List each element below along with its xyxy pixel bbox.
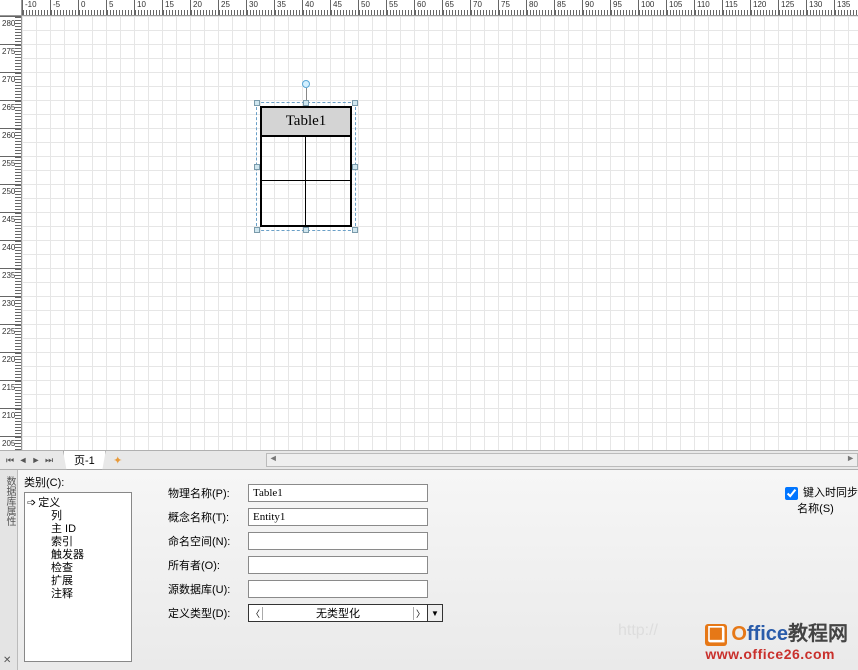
resize-handle[interactable] bbox=[303, 100, 309, 106]
rotation-handle[interactable] bbox=[302, 80, 310, 88]
arrow-icon: ➩ bbox=[27, 497, 36, 510]
category-label: 类别(C): bbox=[24, 474, 132, 490]
category-tree[interactable]: ➩定义 列主 ID索引触发器检查扩展注释 bbox=[24, 492, 132, 662]
ruler-corner bbox=[0, 0, 22, 16]
resize-handle[interactable] bbox=[352, 227, 358, 233]
tree-item[interactable]: 主 ID bbox=[27, 523, 129, 536]
def-type-value: 无类型化 bbox=[263, 605, 413, 621]
horizontal-scrollbar[interactable] bbox=[266, 453, 858, 467]
resize-handle[interactable] bbox=[254, 227, 260, 233]
ruler-vertical: 2802752702652602552502452402352302252202… bbox=[0, 16, 22, 450]
new-page-icon[interactable]: ✦ bbox=[110, 453, 126, 467]
table-shape[interactable]: Table1 bbox=[260, 106, 352, 227]
tree-item[interactable]: 注释 bbox=[27, 588, 129, 601]
sync-label-1: 键入时同步 bbox=[803, 487, 858, 499]
owner-input[interactable] bbox=[248, 556, 428, 574]
source-db-label: 源数据库(U): bbox=[168, 581, 248, 597]
def-type-label: 定义类型(D): bbox=[168, 605, 248, 621]
sync-checkbox-row[interactable]: 键入时同步 名称(S) bbox=[785, 484, 858, 516]
namespace-label: 命名空间(N): bbox=[168, 533, 248, 549]
page-tab-bar: ⏮ ◄ ► ⏭ 页-1 ✦ bbox=[0, 450, 858, 470]
tree-item-root[interactable]: ➩定义 bbox=[27, 497, 129, 510]
tree-item[interactable]: 列 bbox=[27, 510, 129, 523]
sync-label-2: 名称(S) bbox=[797, 503, 834, 515]
combo-next-icon[interactable]: 〉 bbox=[413, 607, 427, 620]
namespace-input[interactable] bbox=[248, 532, 428, 550]
combo-dropdown-icon[interactable]: ▼ bbox=[427, 604, 443, 622]
source-db-input[interactable] bbox=[248, 580, 428, 598]
combo-prev-icon[interactable]: 〈 bbox=[249, 607, 263, 620]
properties-panel: 数据库属性 ✕ 类别(C): ➩定义 列主 ID索引触发器检查扩展注释 物理名称… bbox=[0, 470, 858, 670]
side-tab[interactable]: 数据库属性 ✕ bbox=[0, 470, 18, 670]
selection-box bbox=[256, 102, 356, 231]
resize-handle[interactable] bbox=[352, 164, 358, 170]
page-tab[interactable]: 页-1 bbox=[63, 451, 106, 470]
resize-handle[interactable] bbox=[303, 227, 309, 233]
physical-name-input[interactable] bbox=[248, 484, 428, 502]
owner-label: 所有者(O): bbox=[168, 557, 248, 573]
tree-item[interactable]: 检查 bbox=[27, 562, 129, 575]
side-tab-label: 数据库属性 bbox=[4, 476, 15, 526]
sync-checkbox[interactable] bbox=[785, 487, 798, 500]
tree-item[interactable]: 触发器 bbox=[27, 549, 129, 562]
tree-item[interactable]: 扩展 bbox=[27, 575, 129, 588]
close-icon[interactable]: ✕ bbox=[3, 655, 11, 666]
resize-handle[interactable] bbox=[254, 164, 260, 170]
physical-name-label: 物理名称(P): bbox=[168, 485, 248, 501]
resize-handle[interactable] bbox=[352, 100, 358, 106]
tab-nav-prev-icon[interactable]: ◄ bbox=[17, 453, 29, 467]
concept-name-label: 概念名称(T): bbox=[168, 509, 248, 525]
tab-nav-last-icon[interactable]: ⏭ bbox=[43, 453, 55, 467]
drawing-canvas[interactable]: Table1 bbox=[22, 16, 858, 450]
tab-nav-first-icon[interactable]: ⏮ bbox=[4, 453, 16, 467]
def-type-combo[interactable]: 〈 无类型化 〉 bbox=[248, 604, 428, 622]
ruler-horizontal: -10-505101520253035404550556065707580859… bbox=[22, 0, 858, 16]
tab-nav-next-icon[interactable]: ► bbox=[30, 453, 42, 467]
concept-name-input[interactable] bbox=[248, 508, 428, 526]
tree-item[interactable]: 索引 bbox=[27, 536, 129, 549]
resize-handle[interactable] bbox=[254, 100, 260, 106]
